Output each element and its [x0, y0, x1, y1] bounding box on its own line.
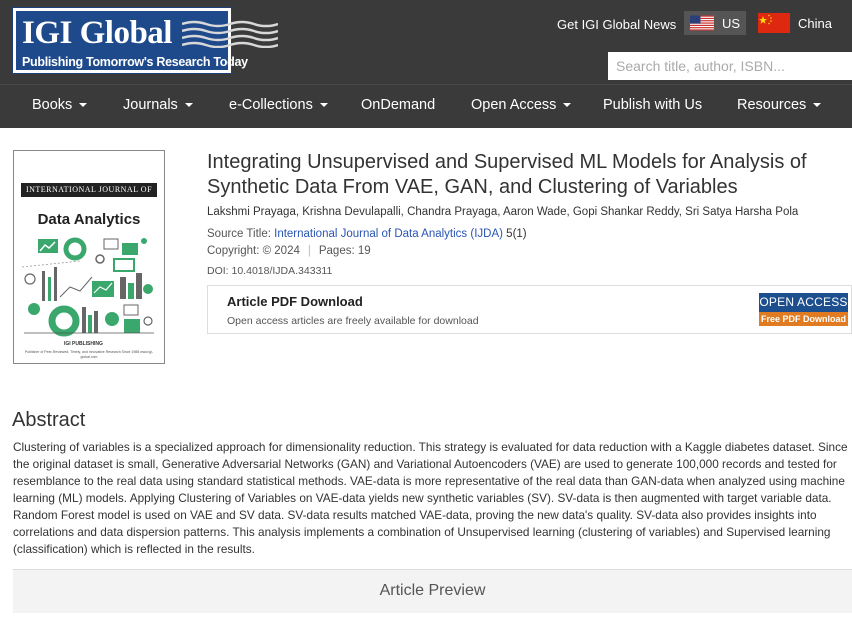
region-china[interactable]: China — [752, 11, 844, 35]
journal-cover[interactable]: INTERNATIONAL JOURNAL OF Data Analytics — [13, 150, 165, 364]
search-input[interactable] — [608, 52, 852, 80]
nav-books[interactable]: Books — [32, 97, 88, 113]
cover-publisher: IGI PUBLISHING — [64, 341, 103, 347]
main-nav: Books Journals e-Collections OnDemand Op… — [0, 84, 852, 128]
chevron-down-icon — [184, 103, 193, 108]
region-china-label: China — [798, 15, 832, 31]
logo-tagline: Publishing Tomorrow's Research Today — [22, 55, 248, 69]
copyright-line: Copyright: © 2024 | Pages: 19 — [207, 245, 371, 257]
doi: DOI: 10.4018/IJDA.343311 — [207, 265, 333, 277]
region-us[interactable]: US — [684, 11, 746, 35]
abstract-heading: Abstract — [12, 409, 86, 431]
news-link[interactable]: Get IGI Global News — [557, 17, 676, 32]
chevron-down-icon — [563, 103, 572, 108]
free-pdf-download-label: Free PDF Download — [759, 312, 848, 326]
cover-footer: Publisher of Peer-Reviewed, Timely, and … — [24, 350, 154, 359]
nav-journals[interactable]: Journals — [123, 97, 193, 113]
logo-title: IGI Global — [22, 15, 172, 51]
pdf-download-box: Article PDF Download Open access article… — [207, 285, 852, 334]
chevron-down-icon — [79, 103, 88, 108]
nav-e-collections-label: e-Collections — [229, 97, 313, 113]
pages: Pages: 19 — [318, 245, 371, 257]
cover-title: Data Analytics — [37, 211, 141, 228]
nav-publish-with-us[interactable]: Publish with Us — [603, 97, 702, 113]
article-authors: Lakshmi Prayaga, Krishna Devulapalli, Ch… — [207, 206, 799, 218]
volume-issue: 5(1) — [506, 228, 527, 240]
cover-band: INTERNATIONAL JOURNAL OF — [21, 183, 157, 197]
nav-ondemand[interactable]: OnDemand — [361, 97, 435, 113]
us-flag-icon — [690, 15, 714, 31]
nav-e-collections[interactable]: e-Collections — [229, 97, 328, 113]
abstract-text: Clustering of variables is a specialized… — [13, 440, 848, 556]
open-access-button[interactable]: OPEN ACCESS Free PDF Download — [759, 293, 848, 327]
separator: | — [307, 245, 311, 257]
nav-journals-label: Journals — [123, 97, 178, 113]
pdf-download-title: Article PDF Download — [227, 294, 363, 309]
source-title-label: Source Title: — [207, 228, 271, 240]
source-title-line: Source Title: International Journal of D… — [207, 228, 527, 240]
article-preview-tab[interactable]: Article Preview — [13, 569, 852, 613]
chevron-down-icon — [319, 103, 328, 108]
chevron-down-icon — [813, 103, 822, 108]
article-title: Integrating Unsupervised and Supervised … — [207, 151, 807, 198]
logo-waves-icon — [182, 20, 278, 48]
pdf-download-subtitle: Open access articles are freely availabl… — [227, 315, 479, 327]
source-title-link[interactable]: International Journal of Data Analytics … — [274, 228, 503, 240]
nav-open-access[interactable]: Open Access — [471, 97, 572, 113]
cover-illustration — [21, 237, 154, 337]
region-us-label: US — [721, 15, 740, 31]
nav-resources[interactable]: Resources — [737, 97, 822, 113]
nav-ondemand-label: OnDemand — [361, 97, 436, 113]
nav-books-label: Books — [32, 97, 73, 113]
copyright: Copyright: © 2024 — [207, 245, 300, 257]
china-flag-icon — [758, 13, 790, 33]
site-header: IGI Global Publishing Tomorrow's Researc… — [0, 0, 852, 84]
nav-open-access-label: Open Access — [471, 97, 557, 113]
nav-resources-label: Resources — [737, 97, 807, 113]
open-access-label: OPEN ACCESS — [759, 293, 848, 312]
nav-publish-label: Publish with Us — [603, 97, 703, 113]
